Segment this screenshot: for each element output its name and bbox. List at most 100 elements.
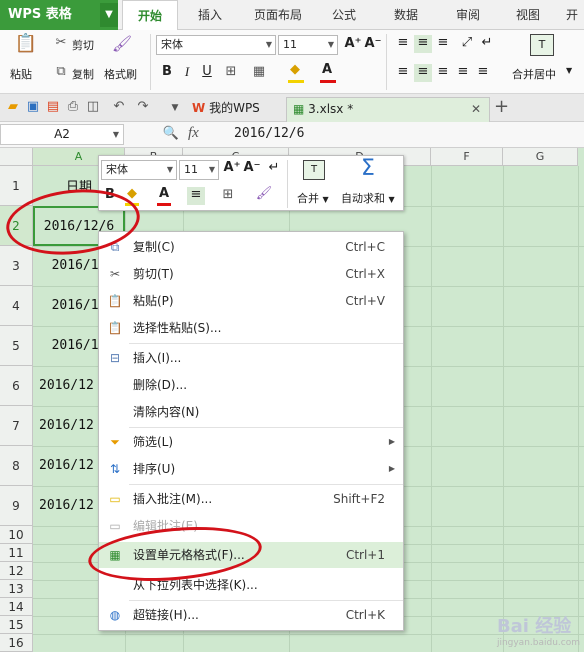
align-top-icon[interactable]: ≡ xyxy=(394,35,412,53)
merge-icon[interactable]: T xyxy=(303,160,325,180)
borders-icon[interactable]: ⊞ xyxy=(222,64,240,82)
row-header[interactable]: 12 xyxy=(0,562,33,580)
row-header[interactable]: 5 xyxy=(0,326,33,366)
scissors-icon[interactable]: ✂ xyxy=(52,35,70,53)
tab-formulas[interactable]: 公式 xyxy=(320,0,368,30)
font-grow-icon[interactable]: A⁺ xyxy=(223,160,241,178)
tab-home[interactable]: 开始 xyxy=(122,0,178,31)
justify-icon[interactable]: ≡ xyxy=(454,64,472,82)
font-shrink-icon[interactable]: A⁻ xyxy=(364,36,382,54)
save-icon[interactable]: ▣ xyxy=(24,99,42,117)
copy-button[interactable]: 复制 xyxy=(72,66,94,82)
font-color-icon[interactable]: A xyxy=(155,186,173,204)
tab-insert[interactable]: 插入 xyxy=(186,0,234,30)
menu-item-sort[interactable]: ⇅ 排序(U) ▶ xyxy=(99,456,403,482)
fill-color-icon[interactable]: ◆ xyxy=(286,62,304,80)
align-middle-icon[interactable]: ≡ xyxy=(414,35,432,53)
row-header[interactable]: 4 xyxy=(0,286,33,326)
align-center-icon[interactable]: ≡ xyxy=(187,187,205,205)
menu-item-insert[interactable]: ⊟ 插入(I)... xyxy=(99,345,403,371)
font-shrink-icon[interactable]: A⁻ xyxy=(243,160,261,178)
tab-data[interactable]: 数据 xyxy=(382,0,430,30)
menu-item-insert-comment[interactable]: ▭ 插入批注(M)... Shift+F2 xyxy=(99,486,403,512)
row-header[interactable]: 11 xyxy=(0,544,33,562)
tab-page-layout[interactable]: 页面布局 xyxy=(246,0,310,30)
align-left-icon[interactable]: ≡ xyxy=(394,64,412,82)
function-button[interactable]: fx xyxy=(188,125,199,142)
column-header-f[interactable]: F xyxy=(431,148,503,166)
row-header[interactable]: 16 xyxy=(0,634,33,652)
menu-item-cut[interactable]: ✂ 剪切(T) Ctrl+X xyxy=(99,261,403,287)
wrap-icon[interactable]: ↵ xyxy=(478,35,496,53)
close-icon[interactable]: ✕ xyxy=(471,98,481,121)
menu-item-hyperlink[interactable]: ◍ 超链接(H)... Ctrl+K xyxy=(99,602,403,628)
formula-input[interactable]: 2016/12/6 xyxy=(234,126,304,141)
font-size-select[interactable]: 11 ▼ xyxy=(278,35,338,55)
pdf-icon[interactable]: ▤ xyxy=(44,99,62,117)
select-all-corner[interactable] xyxy=(0,148,33,166)
print-preview-icon[interactable]: ◫ xyxy=(84,99,102,117)
row-header[interactable]: 14 xyxy=(0,598,33,616)
menu-item-paste[interactable]: 📋 粘贴(P) Ctrl+V xyxy=(99,288,403,314)
row-header[interactable]: 13 xyxy=(0,580,33,598)
orientation-icon[interactable]: ⤢ xyxy=(458,35,476,53)
redo-icon[interactable]: ↷ xyxy=(134,99,152,117)
menu-item-paste-special[interactable]: 📋 选择性粘贴(S)... xyxy=(99,315,403,341)
merge-center-button[interactable]: 合并居中 xyxy=(512,66,556,82)
mini-font-name-select[interactable]: 宋体 ▼ xyxy=(101,160,177,180)
row-header[interactable]: 3 xyxy=(0,246,33,286)
autosum-button[interactable]: 自动求和 ▼ xyxy=(341,190,395,206)
cut-button[interactable]: 剪切 xyxy=(72,37,94,53)
new-tab-button[interactable]: + xyxy=(494,96,509,117)
row-header[interactable]: 1 xyxy=(0,166,33,206)
merge-button[interactable]: 合并 ▼ xyxy=(297,190,329,206)
align-center-icon[interactable]: ≡ xyxy=(414,64,432,82)
column-header-g[interactable]: G xyxy=(503,148,578,166)
paste-icon[interactable]: 📋 xyxy=(14,35,38,60)
tab-more[interactable]: 开 xyxy=(560,0,584,30)
copy-icon[interactable]: ⧉ xyxy=(52,64,70,82)
undo-icon[interactable]: ↶ xyxy=(110,99,128,117)
tab-file[interactable]: ▦ 3.xlsx * ✕ xyxy=(286,97,490,122)
underline-button[interactable]: U xyxy=(198,64,216,82)
borders-icon[interactable]: ⊞ xyxy=(219,187,237,205)
tab-review[interactable]: 审阅 xyxy=(444,0,492,30)
cell-style-icon[interactable]: ▦ xyxy=(250,64,268,82)
row-header[interactable]: 9 xyxy=(0,486,33,526)
format-painter-icon[interactable]: 🖌 xyxy=(255,186,273,204)
menu-item-clear-contents[interactable]: 清除内容(N) xyxy=(99,399,403,425)
chevron-down-icon[interactable]: ▼ xyxy=(566,66,572,75)
align-bottom-icon[interactable]: ≡ xyxy=(434,35,452,53)
folder-icon[interactable]: ▰ xyxy=(4,99,22,117)
format-painter-icon[interactable]: 🖌 xyxy=(110,36,134,58)
distributed-icon[interactable]: ≡ xyxy=(474,64,492,82)
row-header[interactable]: 7 xyxy=(0,406,33,446)
zoom-icon[interactable]: 🔍 xyxy=(162,126,180,144)
print-icon[interactable]: ⎙ xyxy=(64,99,82,117)
font-name-select[interactable]: 宋体 ▼ xyxy=(156,35,276,55)
chevron-down-icon[interactable]: ▼ xyxy=(166,100,184,118)
paste-button[interactable]: 粘贴 xyxy=(10,66,32,82)
tab-view[interactable]: 视图 xyxy=(504,0,552,30)
row-header[interactable]: 6 xyxy=(0,366,33,406)
bold-button[interactable]: B xyxy=(158,64,176,82)
mini-font-size-select[interactable]: 11 ▼ xyxy=(179,160,219,180)
font-grow-icon[interactable]: A⁺ xyxy=(344,36,362,54)
font-color-icon[interactable]: A xyxy=(318,62,336,80)
name-box[interactable]: A2 ▼ xyxy=(0,124,124,145)
merge-center-icon[interactable]: T xyxy=(530,34,554,56)
row-header[interactable]: 10 xyxy=(0,526,33,544)
format-painter-button[interactable]: 格式刷 xyxy=(104,66,137,82)
menu-item-delete[interactable]: 删除(D)... xyxy=(99,372,403,398)
row-header[interactable]: 15 xyxy=(0,616,33,634)
menu-item-filter[interactable]: ⏷ 筛选(L) ▶ xyxy=(99,429,403,455)
app-menu-button[interactable]: WPS 表格 ▼ xyxy=(0,0,118,30)
row-header[interactable]: 8 xyxy=(0,446,33,486)
wrap-icon[interactable]: ↵ xyxy=(265,160,283,178)
sigma-icon[interactable]: Σ xyxy=(361,156,375,181)
chevron-down-icon[interactable]: ▼ xyxy=(100,3,118,27)
tab-my-wps[interactable]: W 我的WPS xyxy=(186,97,284,122)
menu-item-copy[interactable]: ⧉ 复制(C) Ctrl+C xyxy=(99,234,403,260)
align-right-icon[interactable]: ≡ xyxy=(434,64,452,82)
italic-button[interactable]: I xyxy=(178,64,196,82)
